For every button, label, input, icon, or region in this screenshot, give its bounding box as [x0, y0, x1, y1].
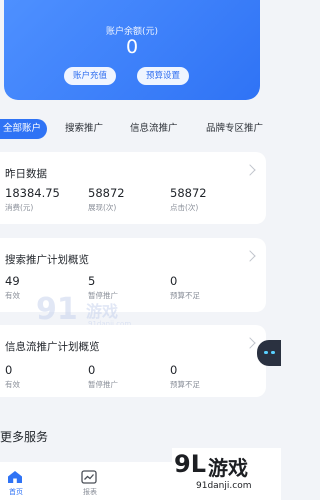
robot-eye — [264, 351, 268, 354]
card-title: 搜索推广计划概览 — [5, 254, 89, 266]
stat-clicks-value: 58872 — [170, 186, 207, 200]
watermark-logo-text: 游戏 — [86, 302, 119, 321]
nav-home[interactable]: 首页 — [0, 462, 36, 500]
stat-budget-low-label: 预算不足 — [170, 380, 200, 389]
stat-active-label: 有效 — [5, 380, 20, 389]
card-title: 昨日数据 — [5, 168, 47, 180]
chart-icon — [81, 470, 97, 484]
balance-card: 账户余额(元) 0 账户充值 预算设置 — [4, 0, 260, 100]
assistant-robot-icon[interactable] — [257, 340, 281, 366]
stat-budget-low-label: 预算不足 — [170, 291, 200, 300]
brand-url: 91danji.com — [196, 481, 252, 491]
recharge-button[interactable]: 账户充值 — [64, 67, 117, 85]
stat-impressions-value: 58872 — [88, 186, 125, 200]
tab-brand-zone-promotion[interactable]: 品牌专区推广 — [206, 119, 263, 139]
chevron-right-icon[interactable] — [244, 250, 256, 262]
more-services-heading: 更多服务 — [0, 430, 49, 444]
stat-budget-low-value: 0 — [170, 363, 178, 377]
stat-cost-value: 18384.75 — [5, 186, 60, 200]
brand-logo-mark: 9L — [174, 450, 206, 478]
stat-paused-value: 5 — [88, 274, 96, 288]
nav-report-label: 报表 — [83, 488, 97, 496]
robot-eye — [271, 351, 275, 354]
stat-impressions-label: 展现(次) — [88, 203, 117, 212]
stat-active-label: 有效 — [5, 291, 20, 300]
stat-paused-value: 0 — [88, 363, 96, 377]
stat-cost-label: 消费(元) — [5, 203, 34, 212]
chevron-right-icon[interactable] — [244, 164, 256, 176]
stat-budget-low-value: 0 — [170, 274, 178, 288]
balance-section: 账户余额(元) 0 账户充值 预算设置 — [0, 0, 281, 122]
home-icon — [8, 471, 22, 483]
account-tabs: 全部账户 搜索推广 信息流推广 品牌专区推广 — [0, 119, 281, 139]
chevron-right-icon[interactable] — [244, 337, 256, 349]
brand-watermark: 9L 游戏 91danji.com — [172, 448, 281, 500]
watermark-logo-mark: 91 — [36, 292, 78, 327]
stat-active-value: 49 — [5, 274, 20, 288]
stat-paused-label: 暂停推广 — [88, 380, 118, 389]
nav-report[interactable]: 报表 — [70, 462, 110, 500]
budget-settings-button[interactable]: 预算设置 — [137, 67, 190, 85]
brand-logo-text: 游戏 — [208, 456, 248, 480]
stat-clicks-label: 点击(次) — [170, 203, 199, 212]
yesterday-data-card[interactable]: 昨日数据 18384.75 消费(元) 58872 展现(次) 58872 点击… — [0, 152, 266, 224]
feed-plan-overview-card[interactable]: 信息流推广计划概览 0 有效 0 暂停推广 0 预算不足 — [0, 325, 266, 397]
balance-value: 0 — [125, 36, 139, 58]
card-title: 信息流推广计划概览 — [5, 341, 100, 353]
tab-feed-promotion[interactable]: 信息流推广 — [130, 119, 178, 139]
tab-search-promotion[interactable]: 搜索推广 — [65, 119, 103, 139]
nav-home-label: 首页 — [9, 488, 23, 496]
stat-active-value: 0 — [5, 363, 13, 377]
tab-all-accounts[interactable]: 全部账户 — [0, 119, 48, 139]
